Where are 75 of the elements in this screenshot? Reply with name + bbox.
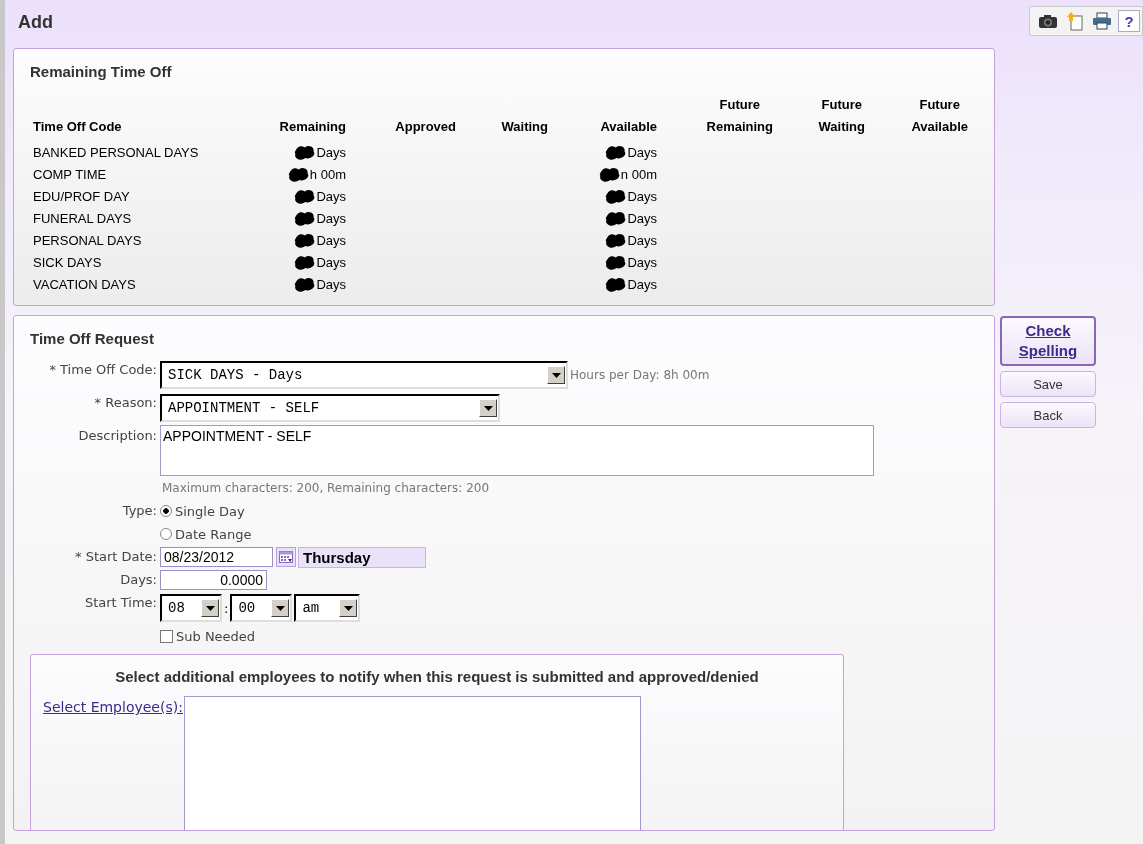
camera-icon xyxy=(1038,13,1058,29)
employee-list-field[interactable] xyxy=(183,696,641,830)
radio-button[interactable] xyxy=(160,505,172,517)
calendar-button[interactable] xyxy=(276,547,296,567)
ampm-dropdown[interactable]: am xyxy=(294,594,361,622)
dropdown-arrow-icon xyxy=(343,605,353,611)
table-cell: Days xyxy=(627,144,657,160)
table-cell: EDU/PROF DAY xyxy=(33,188,130,204)
time-off-code-dropdown[interactable]: SICK DAYS - Days xyxy=(160,361,568,389)
table-cell: Days xyxy=(627,188,657,204)
select-employees-link[interactable]: Select Employee(s): xyxy=(43,699,183,715)
table-cell: VACATION DAYS xyxy=(33,276,136,292)
description-field[interactable]: APPOINTMENT - SELF xyxy=(160,425,874,476)
field-label: Type: xyxy=(122,503,157,518)
column-header: Remaining xyxy=(279,118,346,136)
field-label: * Time Off Code: xyxy=(49,362,157,377)
table-cell: h 00m xyxy=(309,166,346,182)
action-button[interactable]: Back xyxy=(1000,402,1096,428)
reason-dropdown[interactable]: APPOINTMENT - SELF xyxy=(160,394,500,422)
field-label: Description: xyxy=(78,428,157,443)
field-label: * Reason: xyxy=(94,395,157,410)
action-button[interactable]: Save xyxy=(1000,371,1096,397)
column-header: Future Waiting xyxy=(818,96,865,136)
column-header: Available xyxy=(600,118,657,136)
section-heading: Select additional employees to notify when this request is submitted and approved/denied xyxy=(114,668,760,685)
hour-dropdown[interactable]: 08 xyxy=(160,594,222,622)
table-cell: PERSONAL DAYS xyxy=(33,232,142,248)
dropdown-arrow-icon xyxy=(275,605,285,611)
table-cell: Days xyxy=(627,254,657,270)
dropdown-arrow-icon xyxy=(551,372,561,378)
printer-icon xyxy=(1092,12,1112,30)
column-header: Future Available xyxy=(911,96,968,136)
radio-button[interactable] xyxy=(160,528,172,540)
field-label: Days: xyxy=(120,572,157,587)
date-field[interactable]: 08/23/2012 xyxy=(160,547,273,567)
option-label[interactable]: Date Range xyxy=(175,526,252,542)
table-cell: Days xyxy=(316,276,346,292)
note-icon xyxy=(1066,11,1084,31)
page-title: Add xyxy=(18,12,53,33)
option-label[interactable]: Single Day xyxy=(175,503,245,519)
table-cell: COMP TIME xyxy=(33,166,107,182)
weekday-display: Thursday xyxy=(298,546,426,568)
days-field[interactable]: 0.0000 xyxy=(160,570,267,590)
table-cell: Days xyxy=(316,188,346,204)
table-cell: SICK DAYS xyxy=(33,254,102,270)
minute-dropdown[interactable]: 00 xyxy=(230,594,293,622)
hint-text: Maximum characters: 200, Remaining characters: 200 xyxy=(162,481,490,495)
table-cell: Days xyxy=(316,232,346,248)
column-header: Waiting xyxy=(501,118,548,136)
hint-text: Hours per Day: 8h 00m xyxy=(570,368,710,382)
check-spelling-button[interactable]: Check Spelling xyxy=(1000,316,1096,366)
table-cell: Days xyxy=(316,144,346,160)
column-header: Future Remaining xyxy=(706,96,773,136)
help-button[interactable]: ? xyxy=(1118,10,1140,32)
table-cell: Days xyxy=(316,254,346,270)
dropdown-arrow-icon xyxy=(483,405,493,411)
table-cell: Days xyxy=(627,210,657,226)
checkbox-label[interactable]: Sub Needed xyxy=(176,628,256,644)
column-header: Time Off Code xyxy=(33,118,122,136)
column-header: Approved xyxy=(395,118,456,136)
field-label: * Start Date: xyxy=(75,549,157,564)
table-cell: FUNERAL DAYS xyxy=(33,210,132,226)
checkbox[interactable] xyxy=(160,629,173,643)
table-cell: BANKED PERSONAL DAYS xyxy=(33,144,199,160)
table-cell: Days xyxy=(627,276,657,292)
table-cell: Days xyxy=(316,210,346,226)
dropdown-arrow-icon xyxy=(205,605,215,611)
field-label: Start Time: xyxy=(84,595,157,610)
table-cell: n 00m xyxy=(620,166,657,182)
panel-title: Remaining Time Off xyxy=(30,63,173,80)
table-cell: Days xyxy=(627,232,657,248)
calendar-icon xyxy=(279,551,293,563)
printer-button[interactable] xyxy=(1090,9,1114,33)
panel-title: Time Off Request xyxy=(30,330,155,347)
time-separator: : xyxy=(224,600,229,616)
